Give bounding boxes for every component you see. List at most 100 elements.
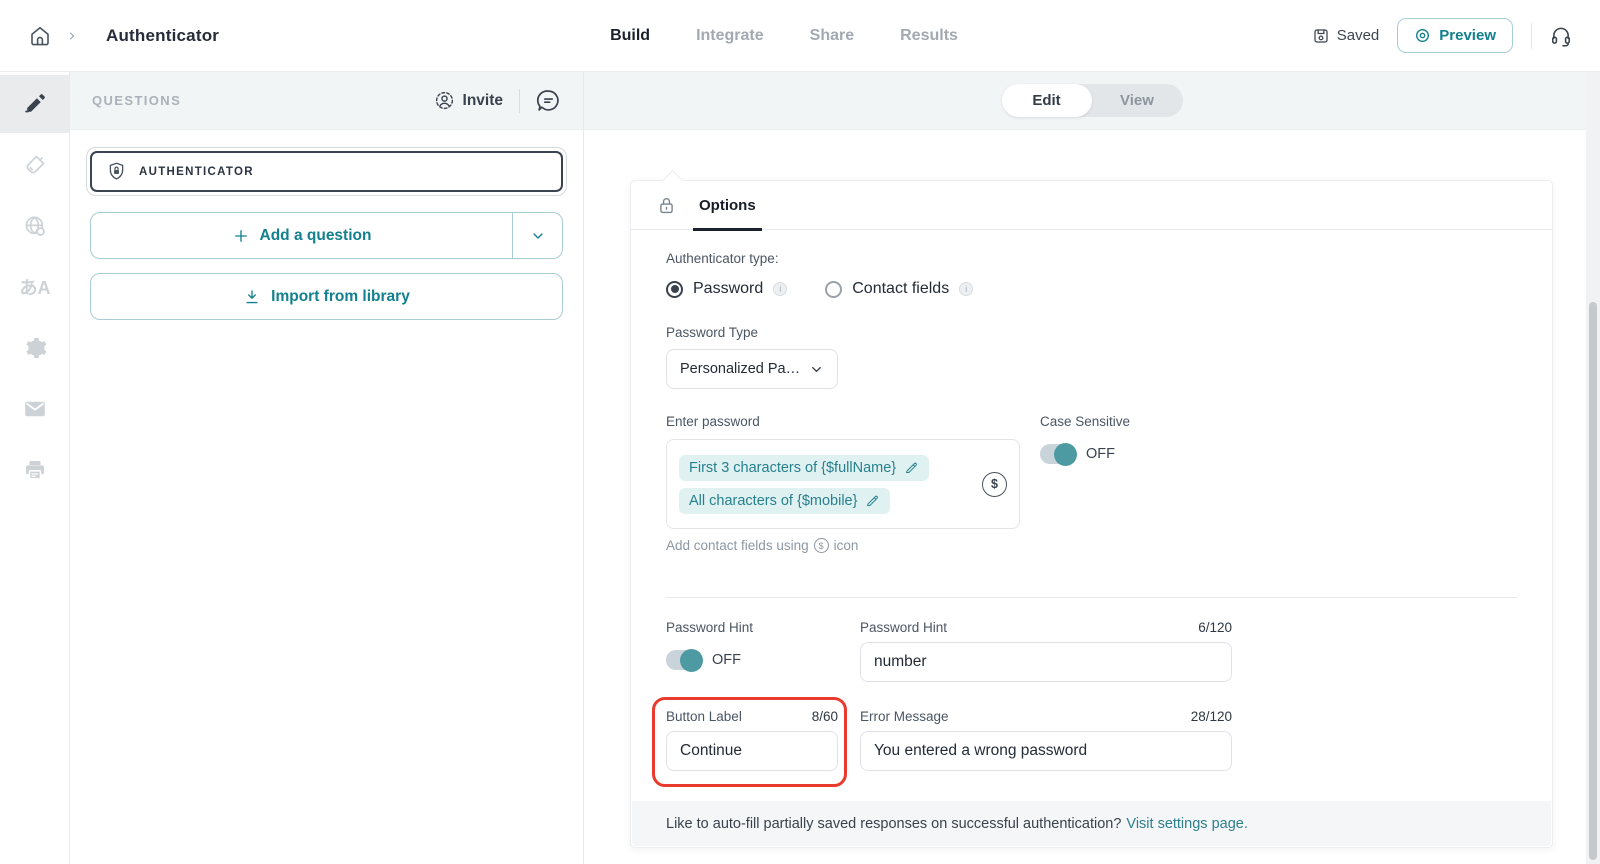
password-type-select[interactable]: Personalized Pa…	[666, 349, 838, 389]
authenticator-type-label: Authenticator type:	[666, 251, 1517, 266]
questions-panel-header: QUESTIONS Invite	[70, 72, 583, 130]
enter-password-label: Enter password	[666, 414, 1020, 429]
password-token-text: First 3 characters of {$fullName}	[689, 460, 896, 476]
info-icon[interactable]: i	[959, 282, 973, 296]
dollar-icon: $	[814, 538, 829, 553]
case-sensitive-toggle[interactable]	[1040, 444, 1075, 464]
rail-item-design[interactable]	[0, 136, 70, 194]
brush-icon	[23, 153, 47, 177]
questions-panel-title: QUESTIONS	[92, 93, 434, 108]
button-label-input[interactable]	[666, 731, 838, 771]
shield-lock-icon	[106, 161, 127, 182]
hint-suffix: icon	[834, 538, 859, 553]
import-from-library-main: Import from library	[91, 274, 562, 319]
plus-icon	[232, 227, 250, 245]
main-toolbar: Edit View	[584, 72, 1600, 130]
preview-eye-icon	[1414, 27, 1431, 44]
button-label-counter: 8/60	[812, 709, 838, 724]
enter-password-column: Enter password First 3 characters of {$f…	[666, 414, 1020, 553]
contact-fields-hint: Add contact fields using $ icon	[666, 538, 1020, 553]
rail-item-email[interactable]	[0, 380, 70, 438]
radio-contact-fields-label: Contact fields	[852, 280, 949, 298]
toggle-edit[interactable]: Edit	[1002, 84, 1092, 117]
edit-view-toggle: Edit View	[1002, 84, 1183, 117]
questions-panel: QUESTIONS Invite AUTHENTICATOR Add a que…	[70, 72, 584, 864]
chevron-down-icon	[530, 228, 546, 244]
scrollbar-thumb[interactable]	[1589, 302, 1597, 860]
header-actions: Saved Preview	[1312, 18, 1572, 53]
radio-contact-fields[interactable]: Contact fields i	[825, 280, 973, 298]
main-area: Edit View Options Authenticator type: Pa…	[584, 72, 1600, 864]
home-icon[interactable]	[28, 24, 52, 48]
mail-icon	[23, 397, 47, 421]
translate-icon: あA	[20, 274, 51, 300]
add-question-dropdown[interactable]	[512, 213, 562, 258]
tab-share[interactable]: Share	[810, 27, 854, 45]
password-row: Enter password First 3 characters of {$f…	[666, 414, 1517, 553]
password-hint-input[interactable]	[860, 642, 1232, 682]
panel-header-divider	[519, 89, 520, 113]
invite-button[interactable]: Invite	[434, 90, 503, 111]
pencil-icon	[23, 92, 47, 116]
rail-item-print[interactable]	[0, 441, 70, 499]
add-question-main[interactable]: Add a question	[91, 213, 512, 258]
password-hint-input-label: Password Hint	[860, 620, 947, 635]
error-message-input[interactable]	[860, 731, 1232, 771]
page-title: Authenticator	[106, 26, 219, 46]
radio-password-label: Password	[693, 280, 763, 298]
password-token[interactable]: First 3 characters of {$fullName}	[679, 455, 929, 481]
options-card-body: Authenticator type: Password i Contact f…	[631, 230, 1552, 771]
import-from-library-label: Import from library	[271, 288, 410, 306]
password-hint-toggle-cell: Password Hint OFF	[666, 620, 838, 682]
options-card: Options Authenticator type: Password i C…	[630, 180, 1553, 848]
radio-password[interactable]: Password i	[666, 280, 787, 298]
authenticator-type-radios: Password i Contact fields i	[666, 280, 1517, 298]
rail-item-globe[interactable]	[0, 197, 70, 255]
comments-icon[interactable]	[536, 88, 561, 113]
app-body: あA QUESTIONS Invite AUTHENT	[0, 72, 1600, 864]
question-item-inner: AUTHENTICATOR	[90, 151, 563, 192]
password-type-value: Personalized Pa…	[680, 361, 800, 377]
case-sensitive-state: OFF	[1086, 446, 1115, 462]
password-hint-counter: 6/120	[1198, 620, 1232, 635]
edit-pencil-icon	[904, 460, 919, 475]
password-hint-toggle-label: Password Hint	[666, 620, 838, 635]
question-item-authenticator[interactable]: AUTHENTICATOR	[86, 147, 567, 196]
password-tokens-field[interactable]: First 3 characters of {$fullName} All ch…	[666, 439, 1020, 529]
top-bar: Authenticator Build Integrate Share Resu…	[0, 0, 1600, 72]
tab-build[interactable]: Build	[610, 27, 650, 45]
options-card-header: Options	[631, 181, 1552, 230]
chevron-right-icon	[66, 30, 78, 42]
visit-settings-link[interactable]: Visit settings page.	[1126, 816, 1247, 832]
info-icon[interactable]: i	[773, 282, 787, 296]
preview-button[interactable]: Preview	[1397, 18, 1513, 53]
rail-item-translate[interactable]: あA	[0, 258, 70, 316]
insert-variable-icon[interactable]: $	[982, 472, 1007, 497]
case-sensitive-toggle-row: OFF	[1040, 444, 1130, 464]
password-type-label: Password Type	[666, 325, 1517, 340]
error-message-counter: 28/120	[1191, 709, 1232, 724]
rail-item-build[interactable]	[0, 75, 70, 133]
printer-icon	[23, 458, 47, 482]
header-divider	[1531, 23, 1532, 49]
card-footer-note: Like to auto-fill partially saved respon…	[632, 801, 1551, 846]
breadcrumb: Authenticator	[28, 24, 219, 48]
import-from-library-button[interactable]: Import from library	[90, 273, 563, 320]
save-icon	[1312, 27, 1330, 45]
tab-results[interactable]: Results	[900, 27, 958, 45]
edit-pencil-icon	[865, 493, 880, 508]
password-hint-toggle-row: OFF	[666, 650, 838, 670]
hint-prefix: Add contact fields using	[666, 538, 809, 553]
header-tabs: Build Integrate Share Results	[610, 27, 958, 45]
tab-integrate[interactable]: Integrate	[696, 27, 764, 45]
rail-item-settings[interactable]	[0, 319, 70, 377]
download-icon	[243, 288, 261, 306]
password-token[interactable]: All characters of {$mobile}	[679, 488, 890, 514]
tab-options[interactable]: Options	[699, 181, 756, 230]
preview-button-label: Preview	[1439, 27, 1496, 44]
bottom-settings-grid: Password Hint OFF Password Hint 6/120	[666, 620, 1517, 771]
toggle-view[interactable]: View	[1092, 92, 1183, 109]
password-hint-toggle[interactable]	[666, 650, 701, 670]
save-status: Saved	[1312, 27, 1380, 45]
headset-support-icon[interactable]	[1550, 25, 1572, 47]
